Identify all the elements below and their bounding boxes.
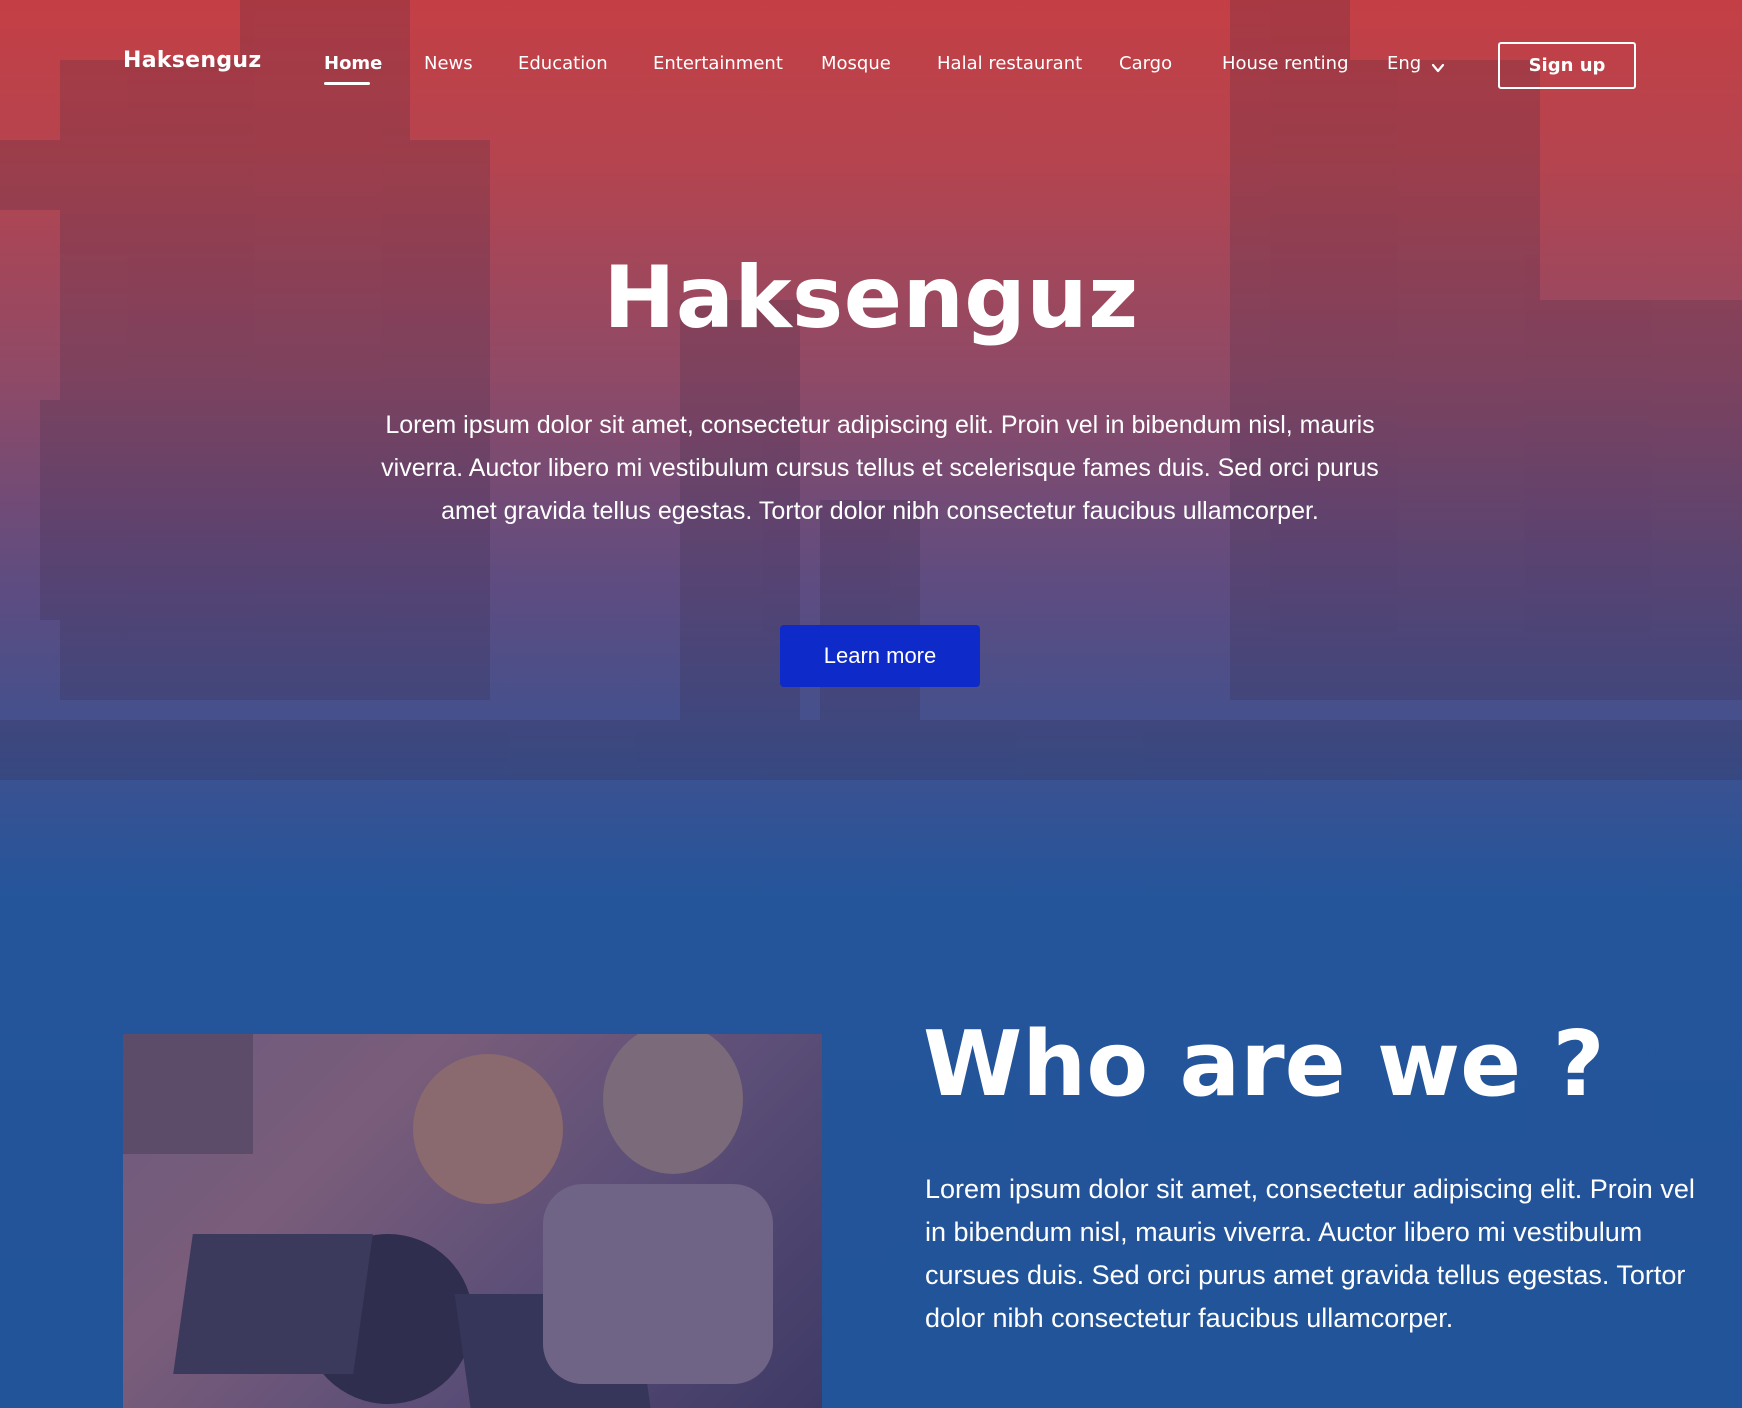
learn-more-button[interactable]: Learn more: [780, 625, 980, 687]
team-photo: [123, 1034, 822, 1408]
about-title: Who are we ?: [923, 1012, 1605, 1117]
nav-link-news[interactable]: News: [424, 53, 473, 74]
nav-link-halal-restaurant[interactable]: Halal restaurant: [937, 53, 1082, 74]
nav-link-entertainment[interactable]: Entertainment: [653, 53, 783, 74]
brand-logo[interactable]: Haksenguz: [123, 48, 261, 73]
sign-up-button[interactable]: Sign up: [1498, 42, 1636, 89]
hero-description: Lorem ipsum dolor sit amet, consectetur …: [381, 411, 1379, 525]
nav-link-education[interactable]: Education: [518, 53, 608, 74]
language-label: Eng: [1387, 53, 1422, 74]
page: Haksenguz Home News Education Entertainm…: [0, 0, 1742, 1408]
nav-link-mosque[interactable]: Mosque: [821, 53, 891, 74]
language-selector[interactable]: Eng: [1387, 53, 1445, 74]
top-navigation: Haksenguz Home News Education Entertainm…: [0, 0, 1742, 130]
about-description: Lorem ipsum dolor sit amet, consectetur …: [925, 1174, 1695, 1333]
nav-link-house-renting[interactable]: House renting: [1222, 53, 1349, 74]
hero-title: Haksenguz: [603, 248, 1139, 348]
nav-link-cargo[interactable]: Cargo: [1119, 53, 1172, 74]
nav-link-home[interactable]: Home: [324, 53, 382, 74]
active-link-underline: [324, 82, 370, 85]
chevron-down-icon: [1431, 59, 1445, 73]
